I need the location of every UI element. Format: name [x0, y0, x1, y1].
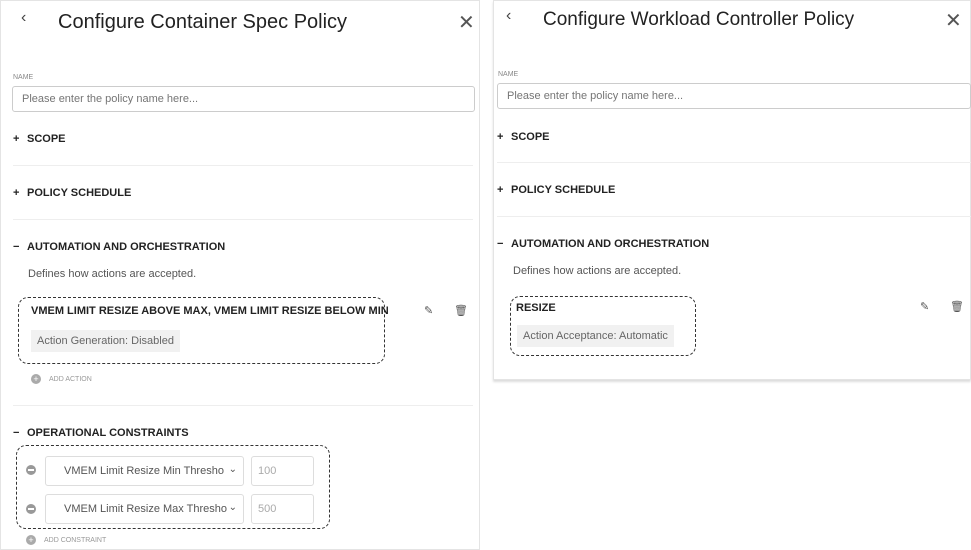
chevron-down-icon: ⌄ [228, 502, 237, 513]
close-icon[interactable]: ✕ [945, 8, 962, 33]
back-icon[interactable]: ‹ [506, 7, 511, 25]
add-constraint-label: ADD CONSTRAINT [44, 536, 107, 544]
plus-circle-icon: + [26, 535, 36, 545]
section-scope[interactable]: + SCOPE [497, 131, 550, 143]
section-scope[interactable]: + SCOPE [13, 133, 66, 145]
section-automation[interactable]: − AUTOMATION AND ORCHESTRATION [497, 238, 709, 250]
delete-icon[interactable]: 🗑 [950, 300, 964, 313]
section-automation[interactable]: − AUTOMATION AND ORCHESTRATION [13, 241, 225, 253]
section-label: OPERATIONAL CONSTRAINTS [27, 427, 189, 439]
page-title: Configure Container Spec Policy [58, 11, 348, 33]
divider [13, 405, 473, 406]
remove-constraint-icon[interactable] [26, 504, 36, 514]
action-chip: Action Generation: Disabled [31, 330, 180, 352]
section-operational-constraints[interactable]: − OPERATIONAL CONSTRAINTS [13, 427, 189, 439]
plus-circle-icon: + [31, 374, 41, 384]
plus-icon: + [497, 184, 504, 196]
action-chip: Action Acceptance: Automatic [517, 325, 674, 347]
add-action-label: ADD ACTION [49, 375, 92, 383]
section-policy-schedule[interactable]: + POLICY SCHEDULE [497, 184, 615, 196]
minus-icon: − [13, 427, 20, 439]
plus-icon: + [13, 187, 20, 199]
workload-controller-policy-panel: ‹ Configure Workload Controller Policy ✕… [493, 0, 971, 380]
constraint-select[interactable]: VMEM Limit Resize Max Thresho ⌄ [45, 494, 244, 524]
page-title: Configure Workload Controller Policy [543, 9, 855, 30]
name-label: NAME [13, 74, 34, 81]
constraint-setting: VMEM Limit Resize Min Thresho [64, 465, 224, 477]
edit-icon[interactable]: ✎ [920, 300, 929, 313]
close-icon[interactable]: ✕ [458, 10, 475, 35]
container-spec-policy-panel: ‹ Configure Container Spec Policy ✕ NAME… [0, 0, 480, 550]
policy-name-input[interactable] [497, 83, 971, 109]
section-label: SCOPE [27, 133, 66, 145]
action-title: RESIZE [516, 302, 556, 314]
section-label: AUTOMATION AND ORCHESTRATION [511, 238, 710, 250]
add-action-button[interactable]: + ADD ACTION [31, 374, 92, 384]
section-label: POLICY SCHEDULE [511, 184, 616, 196]
constraint-value-input[interactable]: 100 [251, 456, 314, 486]
divider [13, 165, 473, 166]
divider [497, 162, 971, 163]
section-label: AUTOMATION AND ORCHESTRATION [27, 241, 226, 253]
name-label: NAME [498, 71, 519, 78]
constraint-value-input[interactable]: 500 [251, 494, 314, 524]
edit-icon[interactable]: ✎ [424, 304, 433, 317]
action-title: VMEM LIMIT RESIZE ABOVE MAX, VMEM LIMIT … [31, 305, 389, 317]
automation-description: Defines how actions are accepted. [513, 265, 682, 277]
plus-icon: + [13, 133, 20, 145]
back-icon[interactable]: ‹ [21, 9, 26, 27]
plus-icon: + [497, 131, 504, 143]
divider [497, 216, 971, 217]
automation-description: Defines how actions are accepted. [28, 268, 197, 280]
minus-icon: − [497, 238, 504, 250]
constraint-setting: VMEM Limit Resize Max Thresho [64, 503, 228, 515]
remove-constraint-icon[interactable] [26, 465, 36, 475]
section-label: POLICY SCHEDULE [27, 187, 132, 199]
section-label: SCOPE [511, 131, 550, 143]
delete-icon[interactable]: 🗑 [454, 304, 468, 317]
chevron-down-icon: ⌄ [228, 464, 237, 475]
minus-icon: − [13, 241, 20, 253]
policy-name-input[interactable] [12, 86, 475, 112]
constraint-select[interactable]: VMEM Limit Resize Min Thresho ⌄ [45, 456, 244, 486]
section-policy-schedule[interactable]: + POLICY SCHEDULE [13, 187, 131, 199]
divider [13, 219, 473, 220]
add-constraint-button[interactable]: + ADD CONSTRAINT [26, 535, 106, 545]
